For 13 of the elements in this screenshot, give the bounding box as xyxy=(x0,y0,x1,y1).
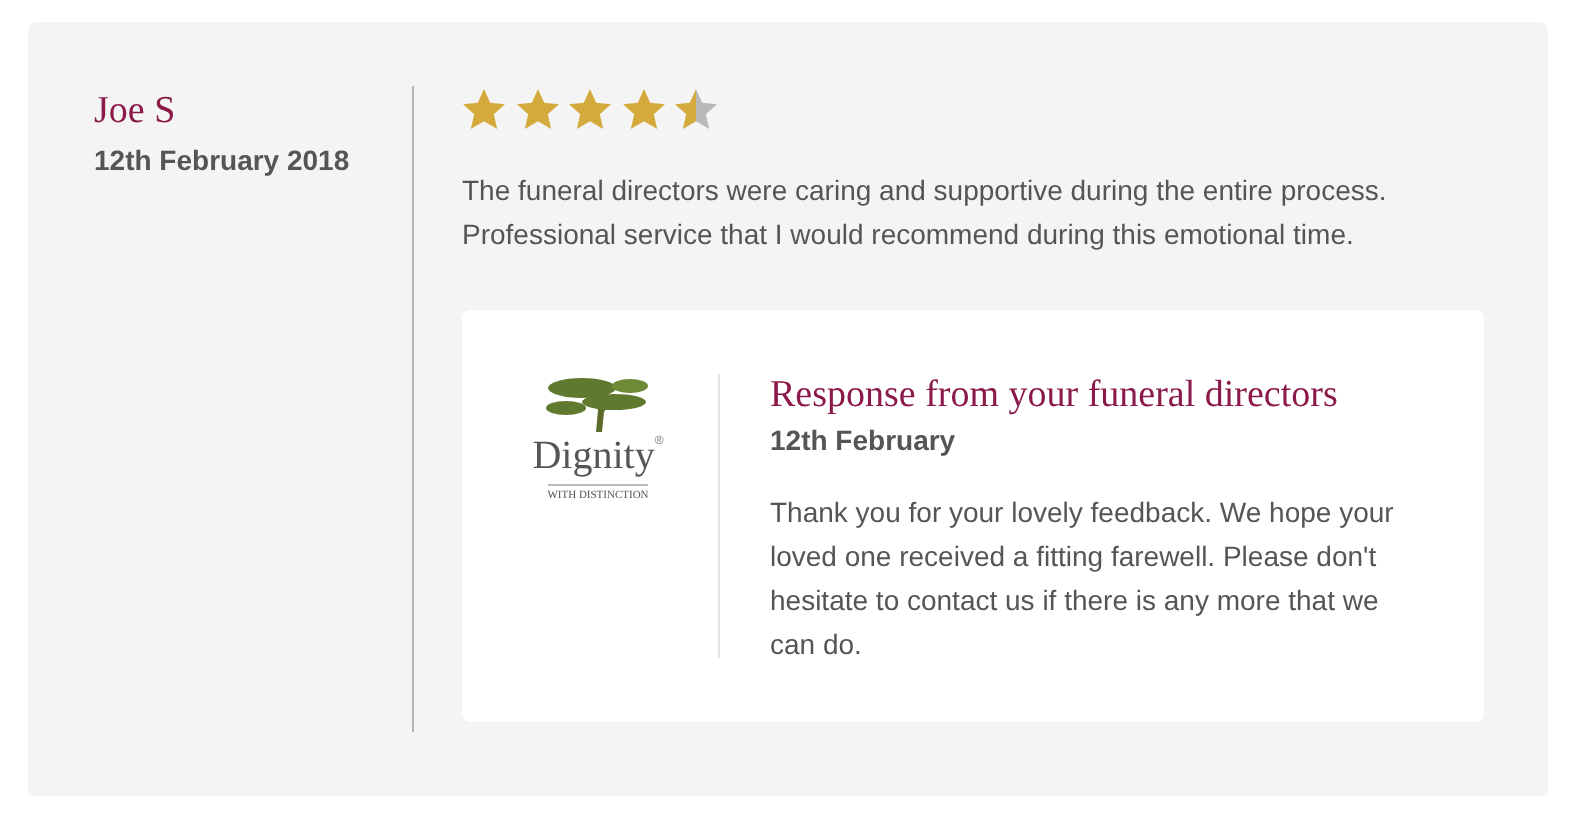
response-title: Response from your funeral directors xyxy=(770,374,1340,418)
review-date: 12th February 2018 xyxy=(94,142,352,180)
star-icon xyxy=(619,86,667,134)
tree-icon xyxy=(542,374,654,434)
star-icon xyxy=(513,86,561,134)
star-icon xyxy=(460,86,508,134)
reviewer-name: Joe S xyxy=(94,90,178,134)
response-text: Thank you for your lovely feedback. We hope your loved one received a fitting farewell. Please don't hesitate to contact us if there is any more that we can do. xyxy=(770,494,1396,664)
star-icon xyxy=(672,86,720,134)
star-icon xyxy=(566,86,614,134)
logo-name: Dignity xyxy=(532,436,655,476)
response-date: 12th February xyxy=(770,422,958,460)
review-text: The funeral directors were caring and supportive during the entire process. Professional service that I would recommend during this emotional time. xyxy=(462,172,1389,254)
